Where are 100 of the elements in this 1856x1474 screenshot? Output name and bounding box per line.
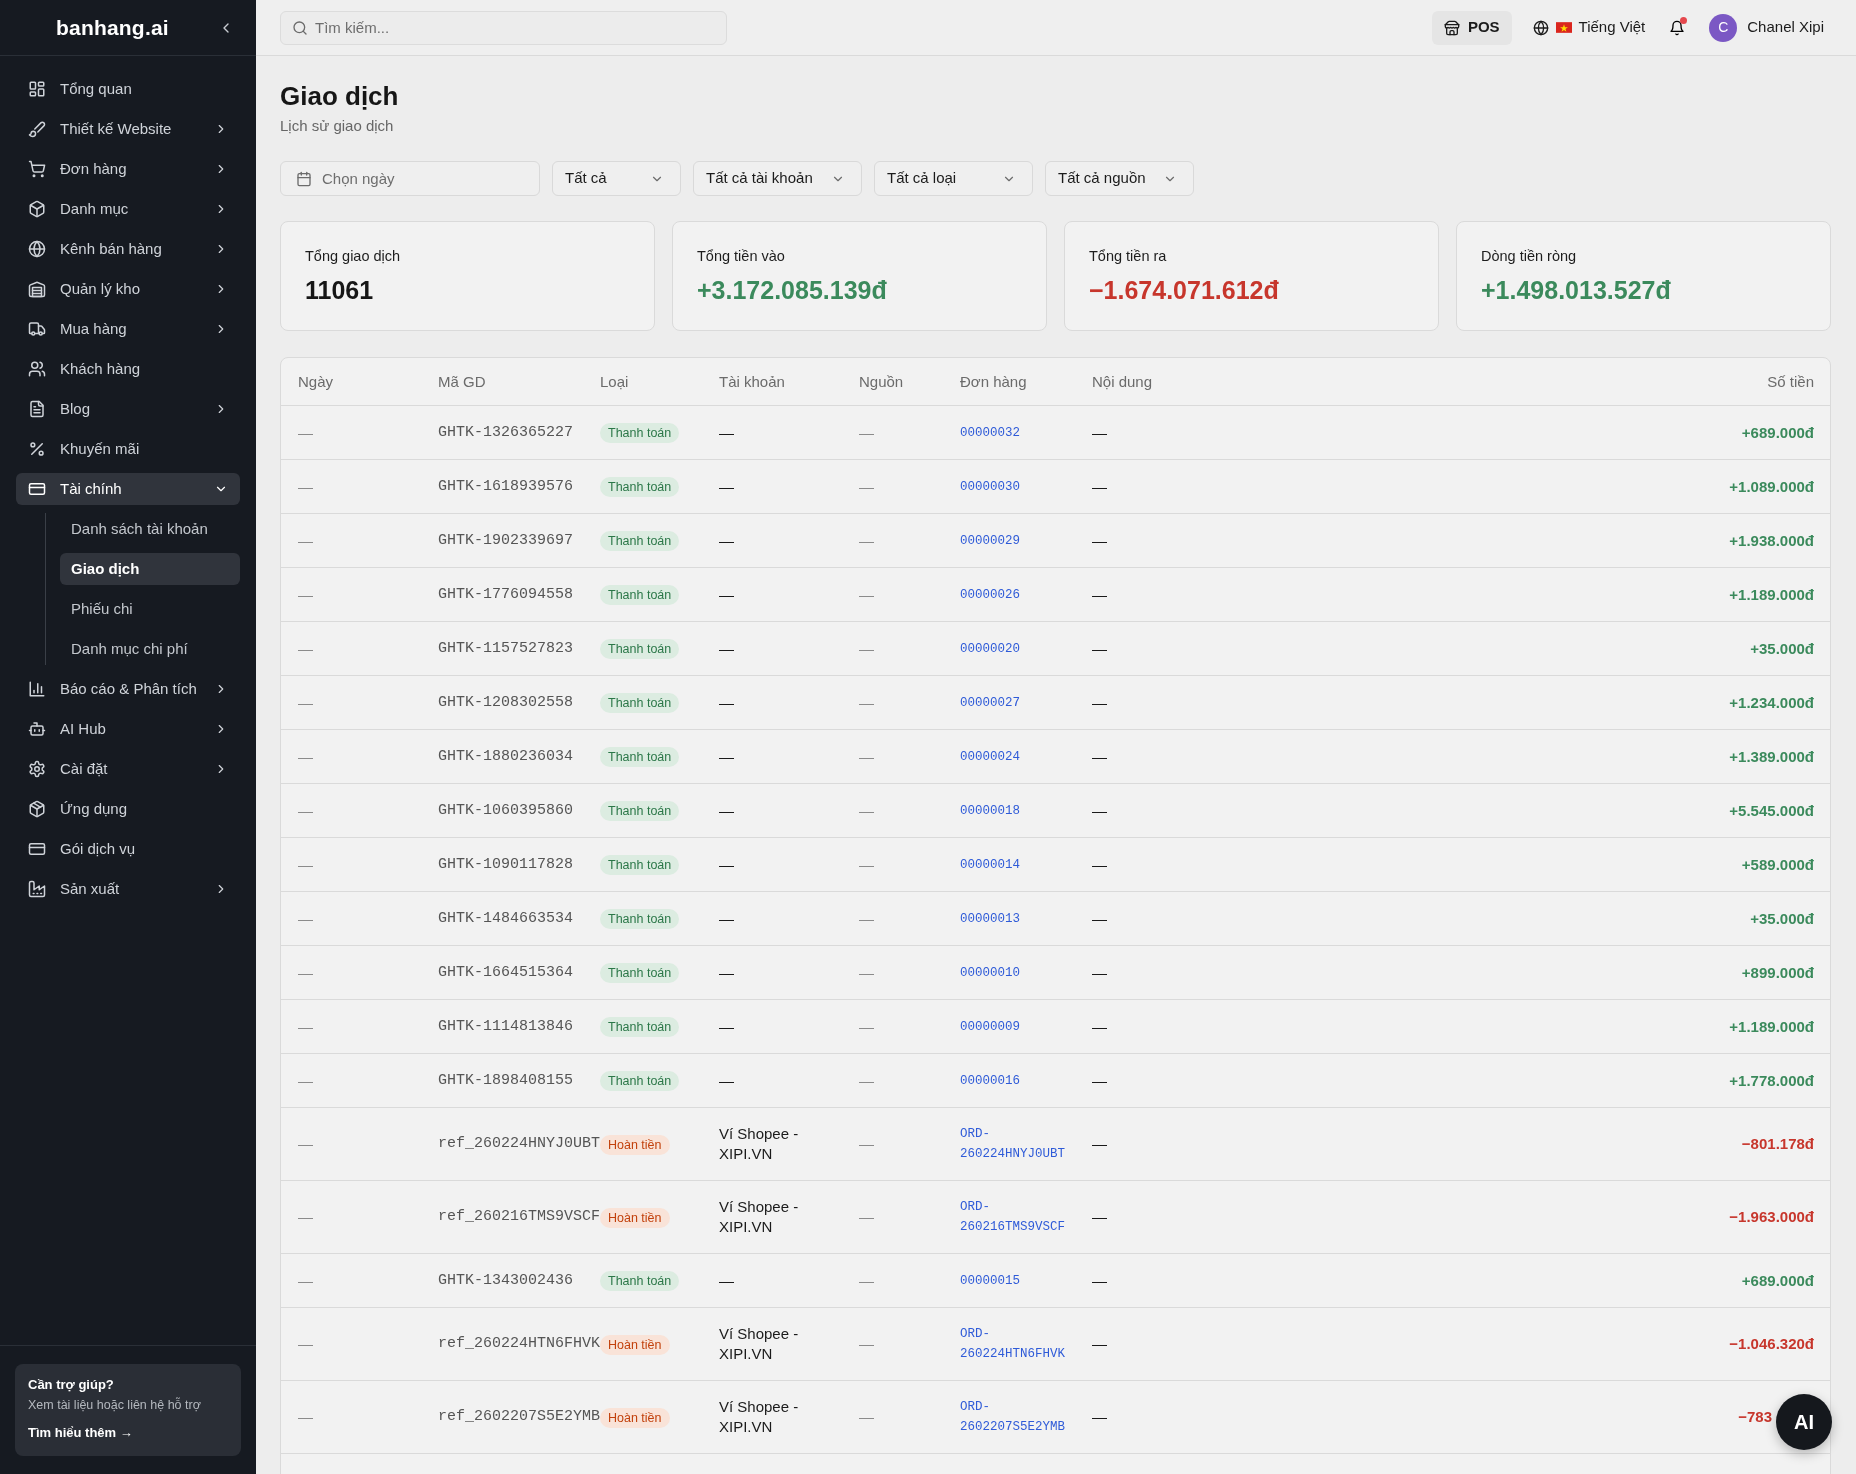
order-link[interactable]: 00000013	[960, 909, 1020, 930]
table-cell: —	[859, 1253, 960, 1308]
sidebar-item[interactable]: Khách hàng	[16, 353, 240, 385]
type-tag: Hoàn tiền	[600, 1334, 670, 1355]
filter-dropdown[interactable]: Tất cả loại	[874, 161, 1033, 196]
sidebar-item[interactable]: Blog	[16, 393, 240, 425]
language-button[interactable]: Tiếng Việt	[1532, 16, 1646, 39]
amount-text: +689.000đ	[1741, 1271, 1814, 1289]
amount-text: −1.046.320đ	[1729, 1335, 1814, 1353]
amount-text: +1.189.000đ	[1729, 1017, 1814, 1035]
table-cell: —	[1092, 729, 1610, 784]
sidebar-item[interactable]: Đơn hàng	[16, 153, 240, 185]
order-link[interactable]: 00000024	[960, 747, 1020, 768]
table-cell: —	[859, 837, 960, 892]
learn-more-link[interactable]: Tìm hiểu thêm →	[28, 1424, 133, 1442]
user-menu-button[interactable]: C Chanel Xipi	[1709, 13, 1824, 42]
type-tag: Thanh toán	[600, 1271, 680, 1292]
brand-logo[interactable]: banhang.ai	[56, 11, 169, 44]
bell-icon	[1669, 19, 1686, 36]
sidebar-item[interactable]: Sản xuất	[16, 873, 240, 905]
transaction-code: ref_260224HNYJ0UBT	[438, 1107, 600, 1181]
table-cell: —	[859, 945, 960, 1000]
transaction-code: GHTK-1343002436	[438, 1253, 600, 1308]
order-link[interactable]: ORD-260224HNYJ0UBT	[960, 1124, 1080, 1165]
sidebar-item[interactable]: Thiết kế Website	[16, 113, 240, 145]
user-avatar: C	[1709, 13, 1738, 42]
order-link[interactable]: ORD-260216TMS9VSCF	[960, 1197, 1080, 1238]
order-link[interactable]: 00000018	[960, 801, 1020, 822]
table-cell: —	[859, 675, 960, 730]
submenu-item[interactable]: Phiếu chi	[60, 593, 240, 625]
table-cell: —	[859, 1380, 960, 1454]
table-cell: —	[1092, 945, 1610, 1000]
type-tag: Thanh toán	[600, 855, 680, 876]
table-cell: —	[719, 405, 859, 460]
order-link[interactable]: 00000015	[960, 1271, 1020, 1292]
amount-text: −1.963.000đ	[1729, 1208, 1814, 1226]
table-cell: —	[1092, 513, 1610, 568]
order-link[interactable]: ORD-2602207S5E2YMB	[960, 1397, 1080, 1438]
submenu-item[interactable]: Danh mục chi phí	[60, 633, 240, 665]
amount-text: +1.778.000đ	[1729, 1071, 1814, 1089]
sidebar-item[interactable]: Ứng dụng	[16, 793, 240, 825]
stat-label: Tổng tiền ra	[1089, 247, 1168, 266]
table-cell: —	[281, 1107, 438, 1181]
sidebar-item[interactable]: Quản lý kho	[16, 273, 240, 305]
table-cell: —	[281, 675, 438, 730]
order-link[interactable]: ORD-260224HTN6FHVK	[960, 1324, 1080, 1365]
robot-icon	[28, 720, 46, 738]
table-cell: —	[1092, 567, 1610, 622]
globe-icon	[1532, 19, 1549, 36]
table-cell: —	[719, 621, 859, 676]
transaction-code: GHTK-1060395860	[438, 783, 600, 838]
order-link[interactable]: 00000010	[960, 963, 1020, 984]
type-tag: Thanh toán	[600, 1017, 680, 1038]
sidebar-item[interactable]: Báo cáo & Phân tích	[16, 673, 240, 705]
type-tag: Hoàn tiền	[600, 1407, 670, 1428]
truck-icon	[28, 320, 46, 338]
type-tag: Hoàn tiền	[600, 1207, 670, 1228]
user-name: Chanel Xipi	[1747, 17, 1824, 38]
column-header: Đơn hàng	[960, 358, 1092, 406]
order-link[interactable]: 00000027	[960, 693, 1020, 714]
order-link[interactable]: 00000020	[960, 639, 1020, 660]
order-link[interactable]: 00000009	[960, 1017, 1020, 1038]
transaction-code: ref_260216TMS9VSCF	[438, 1180, 600, 1254]
order-link[interactable]: 00000032	[960, 423, 1020, 444]
submenu-item[interactable]: Danh sách tài khoản	[60, 513, 240, 545]
help-title: Cần trợ giúp?	[28, 1376, 115, 1394]
order-link[interactable]: 00000016	[960, 1071, 1020, 1092]
transaction-code: GHTK-1880236034	[438, 729, 600, 784]
search-field[interactable]: Tìm kiếm...	[280, 10, 727, 45]
credit-card-icon	[28, 480, 46, 498]
filter-dropdown[interactable]: Tất cả tài khoản	[693, 161, 862, 196]
table-cell: Ví Shopee - XIPI.VN	[719, 1107, 859, 1181]
help-text: Xem tài liệu hoặc liên hệ hỗ trợ	[28, 1396, 202, 1414]
table-cell: —	[719, 675, 859, 730]
sidebar-item[interactable]: Tài chính	[16, 473, 240, 505]
transaction-code: GHTK-1208302558	[438, 675, 600, 730]
filter-dropdown[interactable]: Tất cả	[552, 161, 681, 196]
column-header: Tài khoản	[719, 358, 859, 406]
sidebar-item[interactable]: AI Hub	[16, 713, 240, 745]
transaction-code: GHTK-1326365227	[438, 405, 600, 460]
pos-button[interactable]: POS	[1431, 10, 1512, 45]
submenu-item[interactable]: Giao dịch	[60, 553, 240, 585]
stat-label: Tổng giao dịch	[305, 247, 402, 266]
type-tag: Hoàn tiền	[600, 1134, 670, 1155]
sidebar-item[interactable]: Mua hàng	[16, 313, 240, 345]
sidebar-item[interactable]: Kênh bán hàng	[16, 233, 240, 265]
sidebar-item[interactable]: Danh mục	[16, 193, 240, 225]
filter-dropdown[interactable]: Tất cả nguồn	[1045, 161, 1194, 196]
table-cell: —	[1092, 1253, 1610, 1308]
date-field[interactable]: Chọn ngày	[280, 161, 540, 196]
order-link[interactable]: 00000029	[960, 531, 1020, 552]
table-cell: —	[859, 567, 960, 622]
sidebar-item[interactable]: Khuyến mãi	[16, 433, 240, 465]
order-link[interactable]: 00000026	[960, 585, 1020, 606]
sidebar-item[interactable]: Tổng quan	[16, 73, 240, 105]
sidebar-item[interactable]: Cài đặt	[16, 753, 240, 785]
table-cell: —	[1092, 1307, 1610, 1381]
sidebar-item[interactable]: Gói dịch vụ	[16, 833, 240, 865]
order-link[interactable]: 00000030	[960, 477, 1020, 498]
order-link[interactable]: 00000014	[960, 855, 1020, 876]
